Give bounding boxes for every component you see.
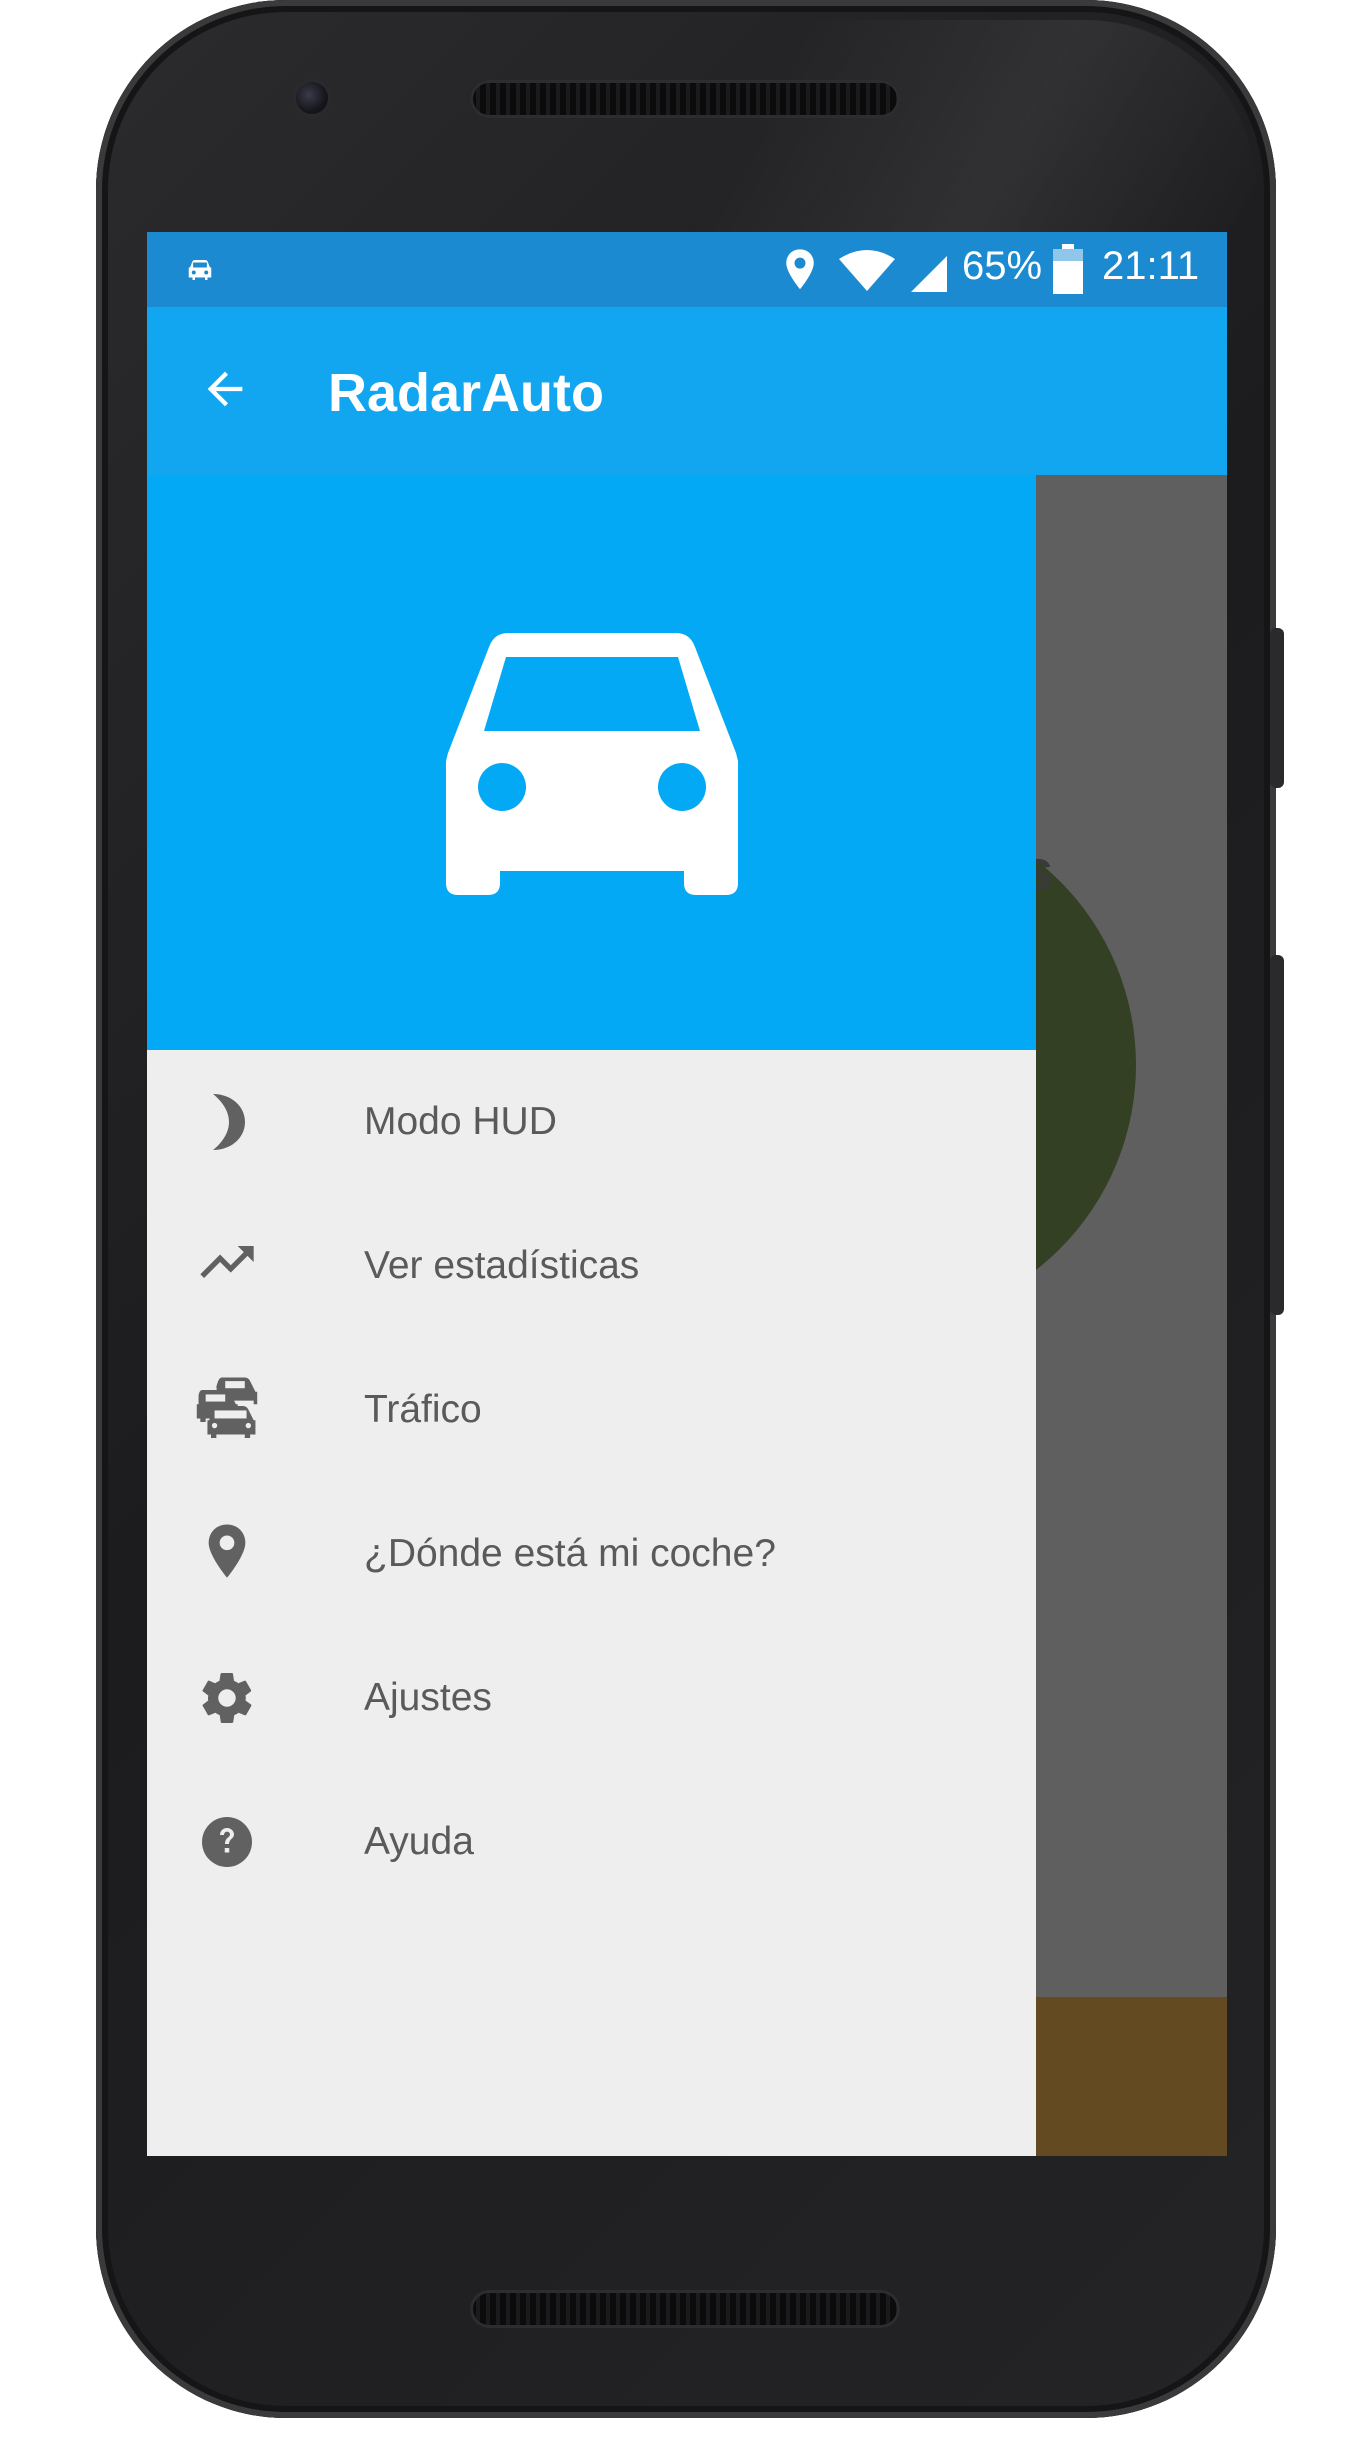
bottom-speaker (470, 2290, 900, 2328)
menu-item-modo-hud[interactable]: Modo HUD (147, 1050, 1036, 1194)
menu-label-ver-estadisticas: Ver estadísticas (364, 1244, 640, 1287)
gear-icon (195, 1666, 259, 1730)
status-bar: 65% 21:11 (147, 232, 1227, 307)
battery-percent: 65% (962, 244, 1043, 288)
menu-item-trafico[interactable]: Tráfico (147, 1338, 1036, 1482)
menu-label-ajustes: Ajustes (364, 1676, 492, 1719)
screen: s 65% 21:11 RadarAuto Modo HUD Ver estad… (147, 232, 1227, 2156)
back-arrow-icon[interactable] (199, 363, 251, 415)
menu-label-ayuda: Ayuda (364, 1820, 474, 1863)
app-title: RadarAuto (328, 363, 605, 423)
wifi-icon (839, 250, 895, 291)
help-icon (195, 1810, 259, 1874)
location-status-icon (786, 249, 814, 290)
background-text: s (1036, 838, 1054, 901)
menu-label-modo-hud: Modo HUD (364, 1100, 557, 1143)
menu-item-ayuda[interactable]: Ayuda (147, 1770, 1036, 1914)
background-brown-strip (1036, 1997, 1227, 2156)
navigation-drawer: Modo HUD Ver estadísticas Tráfico ¿Dónde… (147, 475, 1036, 2156)
clock: 21:11 (1102, 244, 1200, 288)
background-content: s (1036, 475, 1227, 2156)
power-button (1270, 628, 1284, 788)
top-speaker (470, 80, 900, 118)
battery-icon (1053, 244, 1083, 294)
moon-icon (195, 1090, 259, 1154)
volume-button (1270, 955, 1284, 1315)
car-icon (446, 633, 738, 895)
car-notification-icon (188, 260, 212, 280)
cellular-signal-icon (911, 256, 947, 292)
menu-label-trafico: Tráfico (364, 1388, 482, 1431)
drawer-header (147, 475, 1036, 1050)
menu-item-ajustes[interactable]: Ajustes (147, 1626, 1036, 1770)
menu-item-ver-estadisticas[interactable]: Ver estadísticas (147, 1194, 1036, 1338)
menu-item-donde-esta-mi-coche[interactable]: ¿Dónde está mi coche? (147, 1482, 1036, 1626)
menu-label-donde-esta-mi-coche: ¿Dónde está mi coche? (364, 1532, 776, 1575)
app-bar: RadarAuto (147, 307, 1227, 475)
trending-up-icon (195, 1234, 259, 1298)
traffic-icon (195, 1374, 259, 1438)
location-pin-icon (195, 1520, 259, 1584)
front-camera (296, 82, 328, 114)
